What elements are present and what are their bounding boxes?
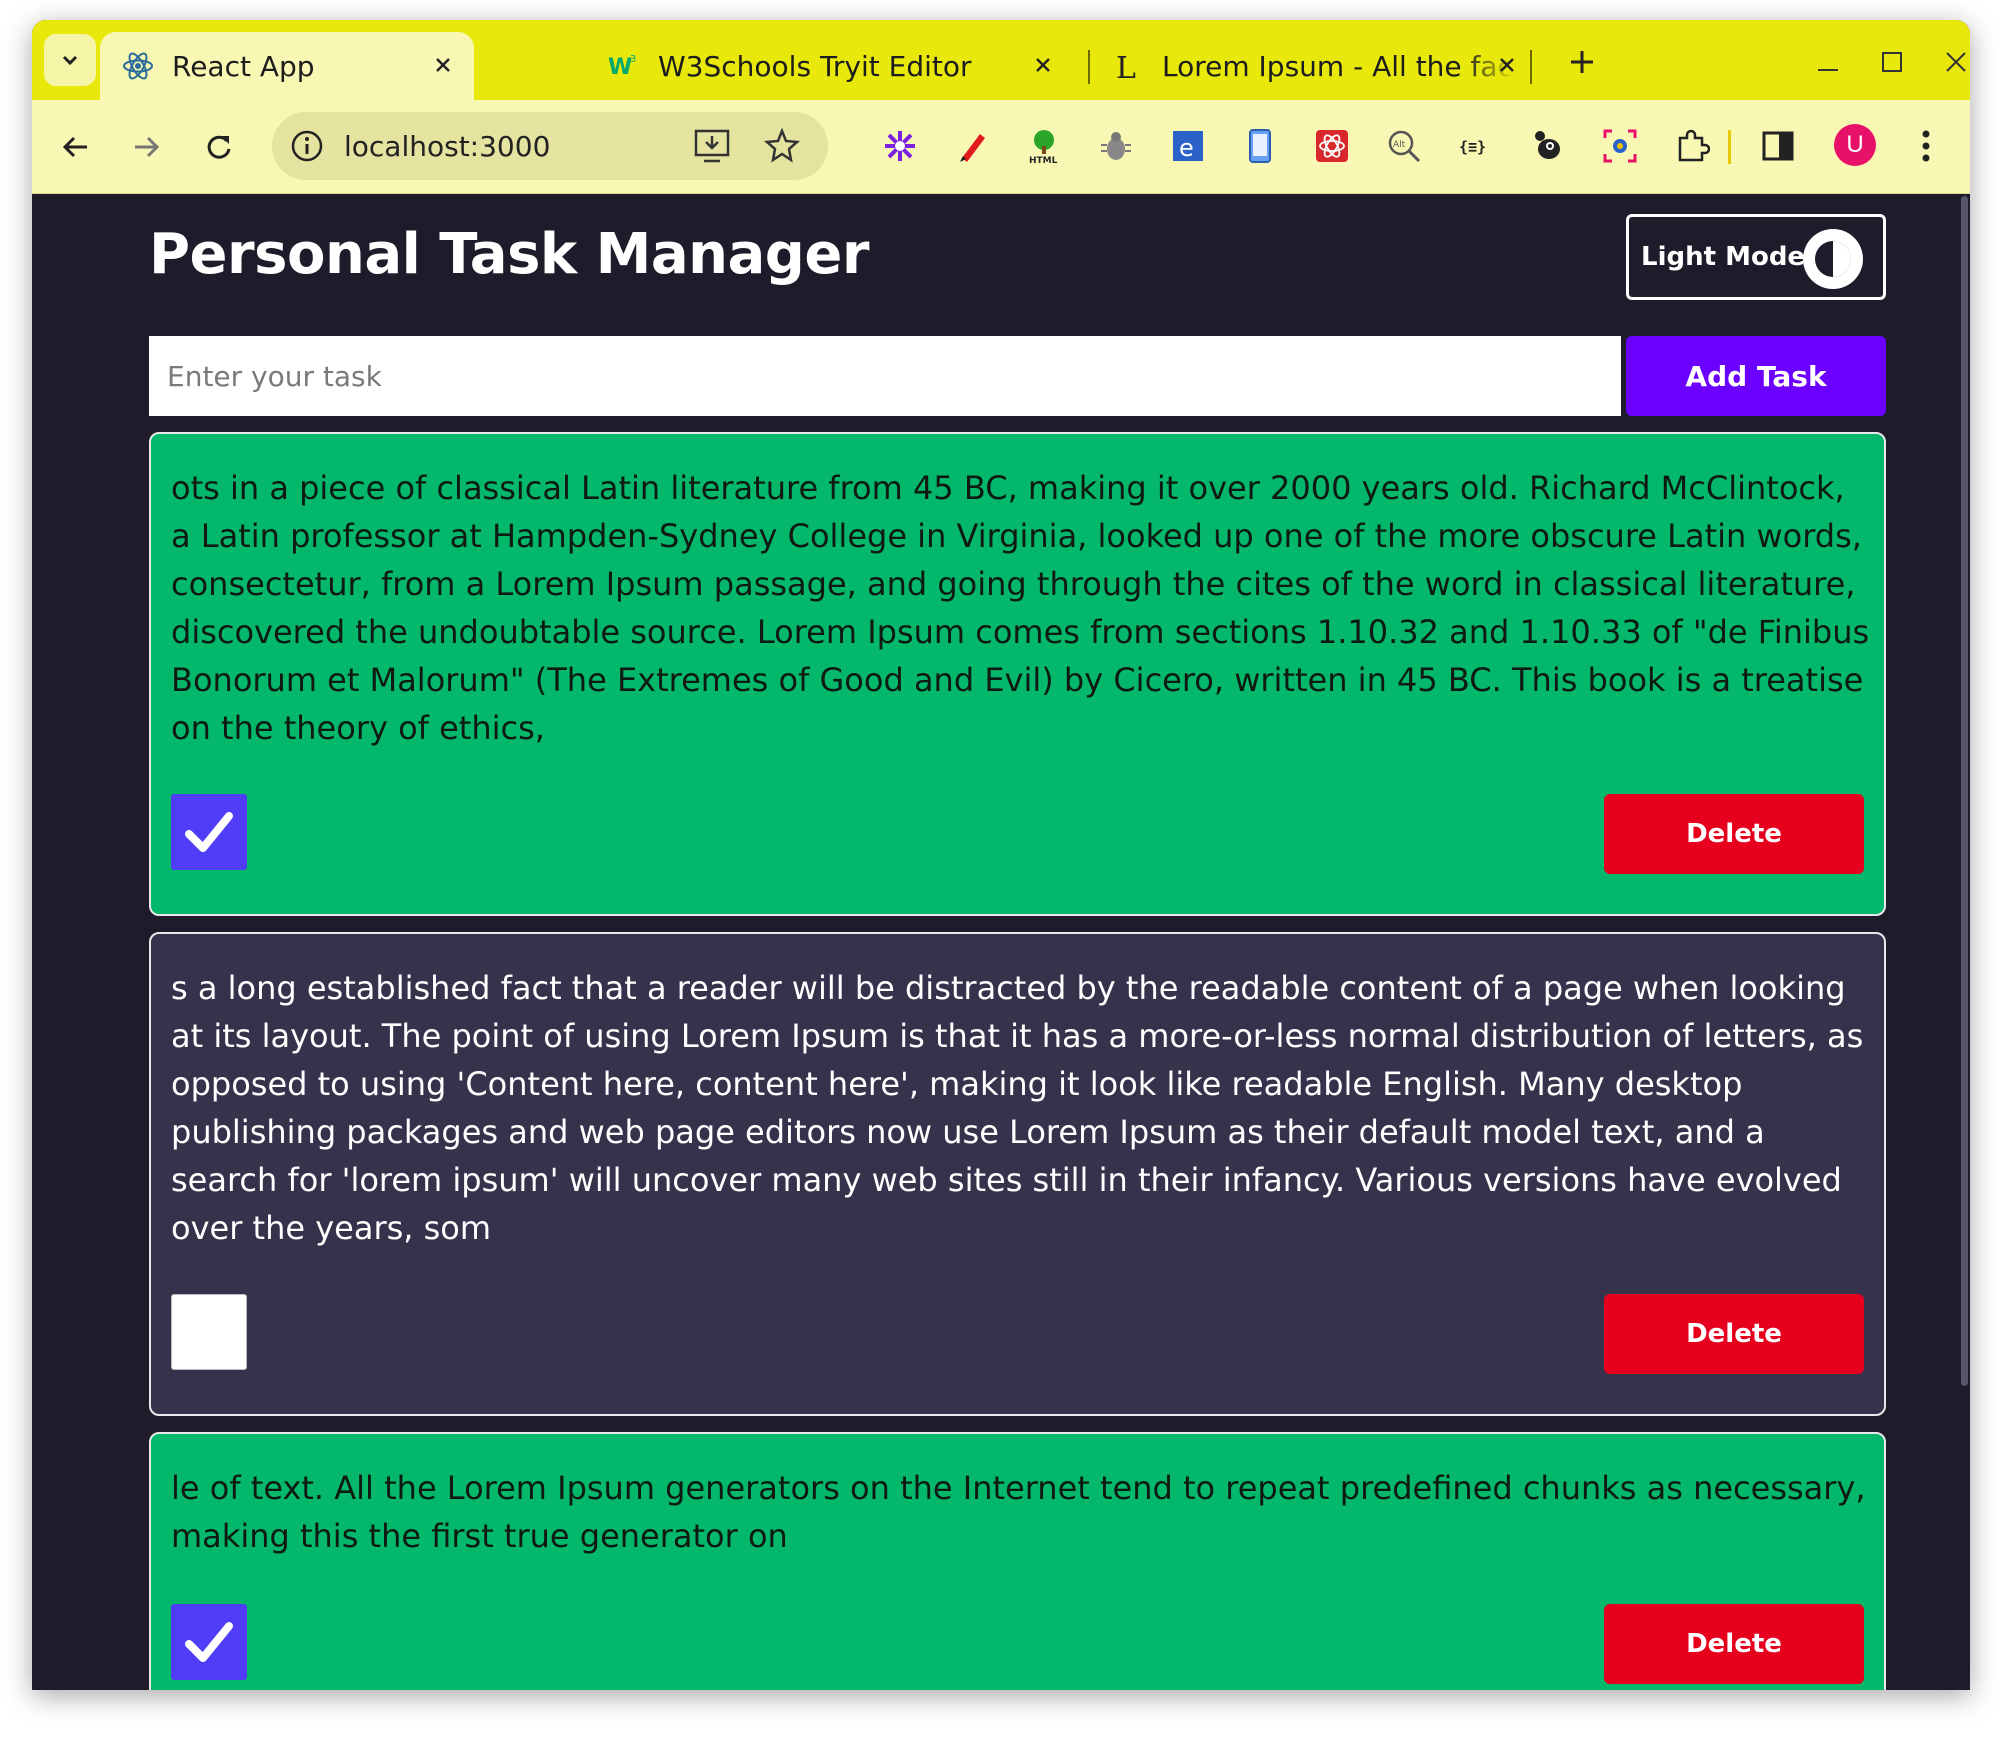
task-checkbox[interactable] (171, 1294, 247, 1370)
delete-task-button[interactable]: Delete (1604, 1604, 1864, 1684)
task-input[interactable] (149, 336, 1621, 416)
new-tab-button[interactable] (1562, 42, 1602, 82)
react-icon (122, 50, 154, 82)
toolbar-separator (1728, 130, 1731, 164)
tab-title: React App (172, 49, 315, 83)
svg-text:3: 3 (630, 54, 636, 65)
task-card: le of text. All the Lorem Ipsum generato… (149, 1432, 1886, 1690)
scrollbar-thumb[interactable] (1961, 196, 1968, 1386)
side-panel-icon[interactable] (1758, 126, 1798, 166)
browser-window: React App W3 W3Schools Tryit Editor L Lo… (32, 20, 1970, 1690)
flower-extension-icon[interactable] (880, 126, 920, 166)
task-text: s a long established fact that a reader … (171, 969, 1864, 1247)
bug-extension-icon[interactable] (1096, 126, 1136, 166)
light-mode-label: Light Mode (1641, 242, 1806, 272)
tab-w3schools[interactable]: W3 W3Schools Tryit Editor (606, 32, 1076, 100)
kebab-menu-icon[interactable] (1906, 126, 1946, 166)
html-tree-extension-icon[interactable]: HTML (1024, 126, 1064, 166)
react-devtools-icon[interactable] (1312, 126, 1352, 166)
close-icon[interactable] (428, 50, 458, 80)
tab-lorem-ipsum[interactable]: L Lorem Ipsum - All the fac (1110, 32, 1550, 100)
tab-search-button[interactable] (44, 34, 96, 86)
bookmark-star-icon[interactable] (763, 127, 801, 168)
phone-extension-icon[interactable] (1240, 126, 1280, 166)
checkmark-icon (185, 1622, 233, 1662)
address-bar[interactable]: localhost:3000 (272, 112, 828, 180)
url-text: localhost:3000 (344, 130, 551, 163)
profile-avatar[interactable]: U (1834, 124, 1876, 166)
gimp-icon[interactable] (1528, 126, 1568, 166)
back-button[interactable] (52, 124, 98, 170)
close-window-button[interactable] (1936, 42, 1970, 82)
add-task-button[interactable]: Add Task (1626, 336, 1886, 416)
light-mode-toggle[interactable]: Light Mode (1626, 214, 1886, 300)
site-info-icon[interactable] (290, 129, 324, 167)
tab-separator (1530, 50, 1532, 84)
tab-title: Lorem Ipsum - All the fac (1162, 49, 1513, 83)
pen-extension-icon[interactable] (952, 126, 992, 166)
close-icon[interactable] (1028, 50, 1058, 80)
task-text: le of text. All the Lorem Ipsum generato… (171, 1469, 1866, 1555)
json-viewer-icon[interactable]: {≡} (1456, 126, 1496, 166)
plus-icon (1571, 51, 1593, 73)
svg-text:e: e (1179, 134, 1194, 162)
svg-text:L: L (1116, 51, 1136, 82)
tab-title: W3Schools Tryit Editor (658, 49, 972, 83)
task-checkbox[interactable] (171, 1604, 247, 1680)
svg-text:HTML: HTML (1029, 156, 1058, 164)
alt-text-search-icon[interactable]: Alt (1384, 126, 1424, 166)
arrow-right-icon (135, 136, 160, 158)
maximize-icon (1882, 52, 1902, 72)
tab-strip: React App W3 W3Schools Tryit Editor L Lo… (32, 20, 1970, 100)
tab-separator (1088, 50, 1090, 84)
minimize-button[interactable] (1808, 42, 1848, 82)
chevron-down-icon (62, 55, 78, 66)
browser-toolbar: localhost:3000 HTML e Alt {≡} U (32, 100, 1970, 194)
tab-react-app[interactable]: React App (100, 32, 474, 100)
checkmark-icon (185, 812, 233, 852)
forward-button[interactable] (124, 124, 170, 170)
app-viewport: Personal Task Manager Light Mode Add Tas… (32, 194, 1970, 1690)
delete-task-button[interactable]: Delete (1604, 794, 1864, 874)
contrast-icon (1803, 229, 1863, 289)
close-icon (1946, 52, 1966, 72)
task-checkbox[interactable] (171, 794, 247, 870)
delete-task-button[interactable]: Delete (1604, 1294, 1864, 1374)
puzzle-extensions-icon[interactable] (1672, 126, 1712, 166)
screenshot-extension-icon[interactable] (1600, 126, 1640, 166)
lorem-ipsum-icon: L (1112, 50, 1144, 82)
w3schools-icon: W3 (608, 50, 640, 82)
task-card: ots in a piece of classical Latin litera… (149, 432, 1886, 916)
reload-button[interactable] (196, 124, 242, 170)
minimize-icon (1818, 69, 1838, 71)
maximize-button[interactable] (1872, 42, 1912, 82)
e-editor-extension-icon[interactable]: e (1168, 126, 1208, 166)
svg-text:{≡}: {≡} (1459, 138, 1486, 156)
svg-text:Alt: Alt (1393, 140, 1406, 150)
close-icon[interactable] (1492, 50, 1522, 80)
svg-text:W: W (608, 55, 632, 80)
scrollbar[interactable] (1960, 194, 1970, 1690)
task-card: s a long established fact that a reader … (149, 932, 1886, 1416)
task-text: ots in a piece of classical Latin litera… (171, 469, 1870, 747)
reload-icon (207, 135, 231, 159)
install-app-icon[interactable] (694, 128, 732, 168)
page-title: Personal Task Manager (149, 222, 870, 287)
arrow-left-icon (62, 136, 87, 158)
